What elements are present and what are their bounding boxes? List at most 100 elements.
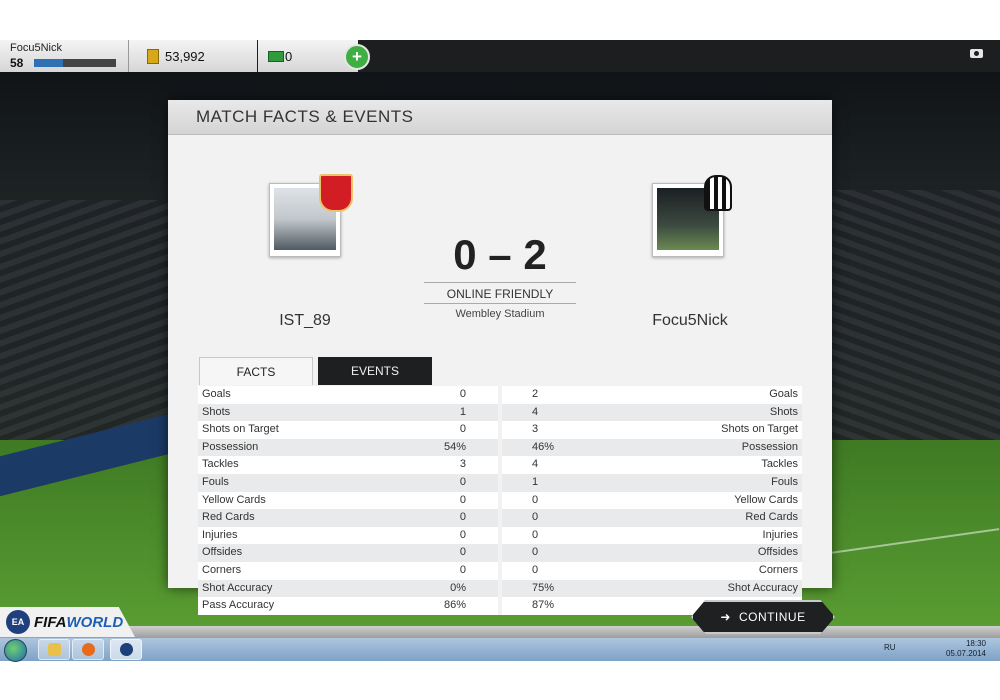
stat-away-value: 4 [532, 405, 539, 418]
tab-events[interactable]: EVENTS [318, 357, 432, 385]
stat-away-value: 2 [532, 388, 539, 400]
stat-label-home: Possession [202, 440, 259, 453]
continue-label: CONTINUE [738, 610, 806, 624]
stat-home-value: 0 [459, 563, 466, 576]
tab-facts[interactable]: FACTS [199, 357, 313, 385]
stat-home-value: 0 [459, 493, 466, 506]
coins-value: 53,992 [165, 49, 205, 64]
stat-home-value: 54% [443, 440, 466, 453]
stat-divider [498, 579, 502, 598]
windows-taskbar: RU 18:30 05.07.2014 [0, 638, 1000, 662]
stat-home-value: 0 [459, 528, 466, 541]
stat-away-value: 46% [532, 440, 555, 453]
stat-row-goals: Goals 0 2 Goals [198, 386, 802, 404]
stats-table: Goals 0 2 Goals Shots 1 4 Shots Shots on Targe… [198, 386, 802, 626]
stat-divider [498, 386, 502, 404]
top-bar: Focu5Nick 58 53,992 0 + [0, 40, 1000, 72]
stat-label-away: Yellow Cards [734, 493, 798, 506]
stat-away-value: 75% [532, 581, 555, 594]
fifa-points-value: 0 [285, 49, 293, 64]
stat-label-home: Red Cards [202, 511, 255, 524]
taskbar-explorer[interactable] [38, 639, 70, 660]
stat-row-shots-on-target: Shots on Target 0 3 Shots on Target [198, 421, 802, 439]
continue-button[interactable]: ➜ CONTINUE [691, 600, 835, 634]
divider [424, 282, 576, 283]
stat-label-home: Pass Accuracy [202, 599, 275, 612]
stat-label-away: Possession [741, 440, 798, 453]
arrow-right-icon: ➜ [720, 610, 731, 624]
stat-row-yellow-cards: Yellow Cards 0 0 Yellow Cards [198, 491, 802, 510]
camera-icon[interactable] [970, 49, 983, 58]
match-type: ONLINE FRIENDLY [446, 287, 554, 301]
stat-away-value: 87% [532, 599, 555, 612]
home-team-badge [269, 174, 353, 257]
taskbar-browser[interactable] [72, 639, 104, 660]
stat-label-away: Tackles [761, 458, 798, 471]
stat-home-value: 86% [443, 599, 466, 612]
stat-label-home: Yellow Cards [202, 493, 266, 506]
fifa-points-icon [268, 51, 284, 62]
logo-text-world: WORLD [66, 614, 124, 631]
stat-row-shot-accuracy: Shot Accuracy 0% 75% Shot Accuracy [198, 579, 802, 598]
stat-home-value: 3 [459, 458, 466, 471]
language-indicator[interactable]: RU [884, 643, 896, 652]
stat-label-home: Fouls [202, 475, 229, 488]
taskbar-fifa-world[interactable] [110, 639, 142, 660]
stat-home-value: 1 [459, 405, 466, 418]
stat-label-away: Corners [758, 563, 798, 576]
coins-balance: 53,992 [129, 40, 257, 72]
stat-home-value: 0 [459, 388, 466, 400]
player-name: Focu5Nick [10, 42, 62, 54]
system-clock[interactable]: 18:30 05.07.2014 [946, 639, 986, 659]
bottom-strip [0, 626, 1000, 638]
coins-icon [147, 49, 159, 64]
logo-text-fifa: FIFA [34, 614, 67, 631]
stat-divider [498, 456, 502, 474]
xp-progress-fill [34, 59, 63, 67]
stat-row-fouls: Fouls 0 1 Fouls [198, 473, 802, 492]
stat-label-home: Goals [202, 388, 231, 400]
stat-row-red-cards: Red Cards 0 0 Red Cards [198, 509, 802, 527]
stat-label-away: Red Cards [745, 511, 798, 524]
stat-row-corners: Corners 0 0 Corners [198, 561, 802, 580]
fifa-world-logo: EA FIFAWORLD [0, 607, 135, 637]
panel-header: MATCH FACTS & EVENTS [168, 100, 832, 135]
stat-divider [498, 561, 502, 580]
stat-label-home: Offsides [202, 546, 243, 559]
browser-icon [82, 643, 95, 656]
player-level: 58 [10, 56, 24, 70]
stat-home-value: 0% [450, 581, 466, 594]
stat-away-value: 0 [532, 493, 539, 506]
stat-divider [498, 403, 502, 422]
stat-divider [498, 597, 502, 615]
player-info[interactable]: Focu5Nick 58 [0, 40, 129, 72]
stat-label-away: Injuries [762, 528, 798, 541]
game-window: Focu5Nick 58 53,992 0 + MATCH FACTS & EV… [0, 40, 1000, 661]
stat-label-home: Shot Accuracy [202, 581, 273, 594]
logo-text: FIFAWORLD [34, 614, 123, 631]
match-score: 0 – 2 [453, 231, 547, 278]
xp-progress-bar [34, 59, 116, 67]
stat-label-home: Shots on Target [202, 423, 279, 436]
stat-label-home: Shots [202, 405, 231, 418]
stat-row-offsides: Offsides 0 0 Offsides [198, 544, 802, 562]
stat-label-away: Shot Accuracy [727, 581, 798, 594]
stat-divider [498, 491, 502, 510]
stat-label-home: Tackles [202, 458, 239, 471]
stat-label-away: Shots [769, 405, 798, 418]
start-button[interactable] [4, 639, 27, 662]
stat-row-shots: Shots 1 4 Shots [198, 403, 802, 422]
stat-label-home: Corners [202, 563, 242, 576]
stat-away-value: 0 [532, 528, 539, 541]
away-team-badge [652, 175, 732, 257]
arsenal-crest-icon [319, 174, 353, 212]
stat-divider [498, 526, 502, 545]
stat-label-away: Offsides [757, 546, 798, 559]
stat-divider [498, 438, 502, 457]
stat-away-value: 0 [532, 563, 539, 576]
stat-divider [498, 509, 502, 527]
stat-divider [498, 544, 502, 562]
add-points-button[interactable]: + [344, 44, 370, 70]
stat-divider [498, 421, 502, 439]
fifa-points-balance: 0 [258, 40, 358, 72]
